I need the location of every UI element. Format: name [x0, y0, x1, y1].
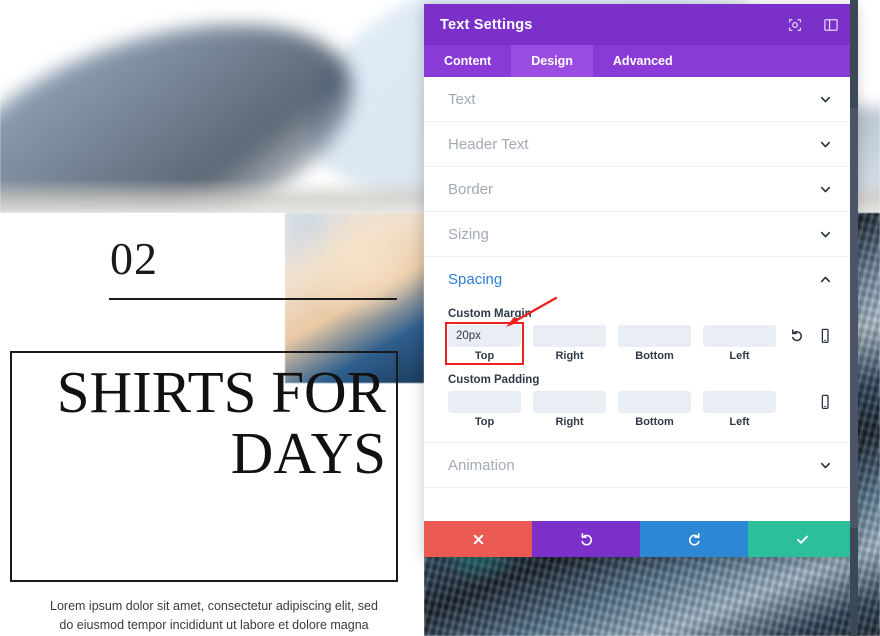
check-icon — [796, 535, 808, 544]
margin-left-input[interactable] — [703, 325, 776, 347]
custom-margin-inputs: 20px Top Right Bottom Left — [445, 322, 780, 365]
section-sizing[interactable]: Sizing — [424, 212, 856, 257]
reset-icon[interactable] — [790, 328, 804, 344]
margin-top-caption: Top — [474, 350, 495, 362]
modal-header-icons — [786, 16, 840, 34]
section-number: 02 — [110, 233, 158, 284]
section-spacing[interactable]: Spacing — [424, 257, 856, 302]
padding-row-icons — [790, 391, 832, 410]
padding-top-input[interactable] — [448, 391, 521, 413]
padding-bottom-input[interactable] — [618, 391, 691, 413]
section-spacing-label: Spacing — [448, 271, 503, 288]
custom-padding-label: Custom Padding — [448, 374, 540, 386]
scrollbar-thumb[interactable] — [850, 108, 858, 528]
modal-tabs: Content Design Advanced — [424, 45, 856, 77]
section-border[interactable]: Border — [424, 167, 856, 212]
text-settings-modal: Text Settings Content Design Advanced Te… — [424, 4, 856, 557]
spacing-panel: Custom Margin 20px Top Right Bottom Left… — [424, 308, 856, 443]
undo-icon — [580, 532, 592, 545]
chevron-down-icon — [819, 228, 832, 241]
tab-content[interactable]: Content — [424, 45, 511, 77]
section-animation-label: Animation — [448, 456, 515, 474]
padding-left-input[interactable] — [703, 391, 776, 413]
modal-header: Text Settings — [424, 4, 856, 45]
denim-fold-shadow — [0, 0, 381, 213]
annotation-arrow — [506, 296, 558, 327]
margin-top-field: 20px Top — [445, 322, 524, 365]
padding-left-field: Left — [703, 391, 776, 428]
padding-right-caption: Right — [555, 416, 584, 428]
margin-right-field: Right — [533, 325, 606, 362]
padding-bottom-caption: Bottom — [635, 416, 674, 428]
padding-bottom-field: Bottom — [618, 391, 691, 428]
chevron-up-icon — [819, 273, 832, 286]
margin-bottom-caption: Bottom — [635, 350, 674, 362]
padding-right-input[interactable] — [533, 391, 606, 413]
custom-margin-row: 20px Top Right Bottom Left — [445, 322, 832, 365]
section-text-label: Text — [448, 90, 476, 108]
page-scrollbar[interactable] — [850, 0, 858, 636]
padding-right-field: Right — [533, 391, 606, 428]
section-number-rule — [109, 298, 397, 300]
section-header-text-label: Header Text — [448, 135, 529, 153]
modal-footer — [424, 521, 856, 557]
margin-row-icons — [790, 325, 832, 344]
undo-button[interactable] — [532, 521, 640, 557]
margin-bottom-input[interactable] — [618, 325, 691, 347]
padding-left-caption: Left — [729, 416, 750, 428]
page-headline: SHIRTS FOR DAYS — [56, 359, 386, 486]
save-button[interactable] — [748, 521, 856, 557]
panel-layout-icon[interactable] — [822, 16, 840, 34]
custom-padding-inputs: Top Right Bottom Left — [448, 391, 780, 428]
margin-right-caption: Right — [555, 350, 584, 362]
cancel-button[interactable] — [424, 521, 532, 557]
padding-top-field: Top — [448, 391, 521, 428]
section-sizing-label: Sizing — [448, 225, 489, 243]
focus-target-icon[interactable] — [786, 16, 804, 34]
section-border-label: Border — [448, 180, 494, 198]
chevron-down-icon — [819, 183, 832, 196]
modal-title: Text Settings — [440, 16, 533, 33]
mobile-device-icon[interactable] — [818, 328, 832, 344]
mobile-device-icon[interactable] — [818, 394, 832, 410]
margin-left-caption: Left — [729, 350, 750, 362]
chevron-down-icon — [819, 93, 832, 106]
close-x-icon — [473, 534, 483, 544]
tab-design[interactable]: Design — [511, 45, 593, 77]
padding-top-caption: Top — [474, 416, 495, 428]
section-header-text[interactable]: Header Text — [424, 122, 856, 167]
screen: 02 SHIRTS FOR DAYS Lorem ipsum dolor sit… — [0, 0, 880, 636]
chevron-down-icon — [819, 459, 832, 472]
redo-button[interactable] — [640, 521, 748, 557]
modal-body: Text Header Text Border Sizing Spacing C… — [424, 77, 856, 521]
margin-bottom-field: Bottom — [618, 325, 691, 362]
section-animation[interactable]: Animation — [424, 443, 856, 488]
tab-advanced[interactable]: Advanced — [593, 45, 693, 77]
custom-padding-row: Top Right Bottom Left — [448, 391, 832, 428]
page-body-text: Lorem ipsum dolor sit amet, consectetur … — [50, 599, 378, 632]
chevron-down-icon — [819, 138, 832, 151]
redo-icon — [688, 532, 700, 545]
section-text[interactable]: Text — [424, 77, 856, 122]
margin-left-field: Left — [703, 325, 776, 362]
